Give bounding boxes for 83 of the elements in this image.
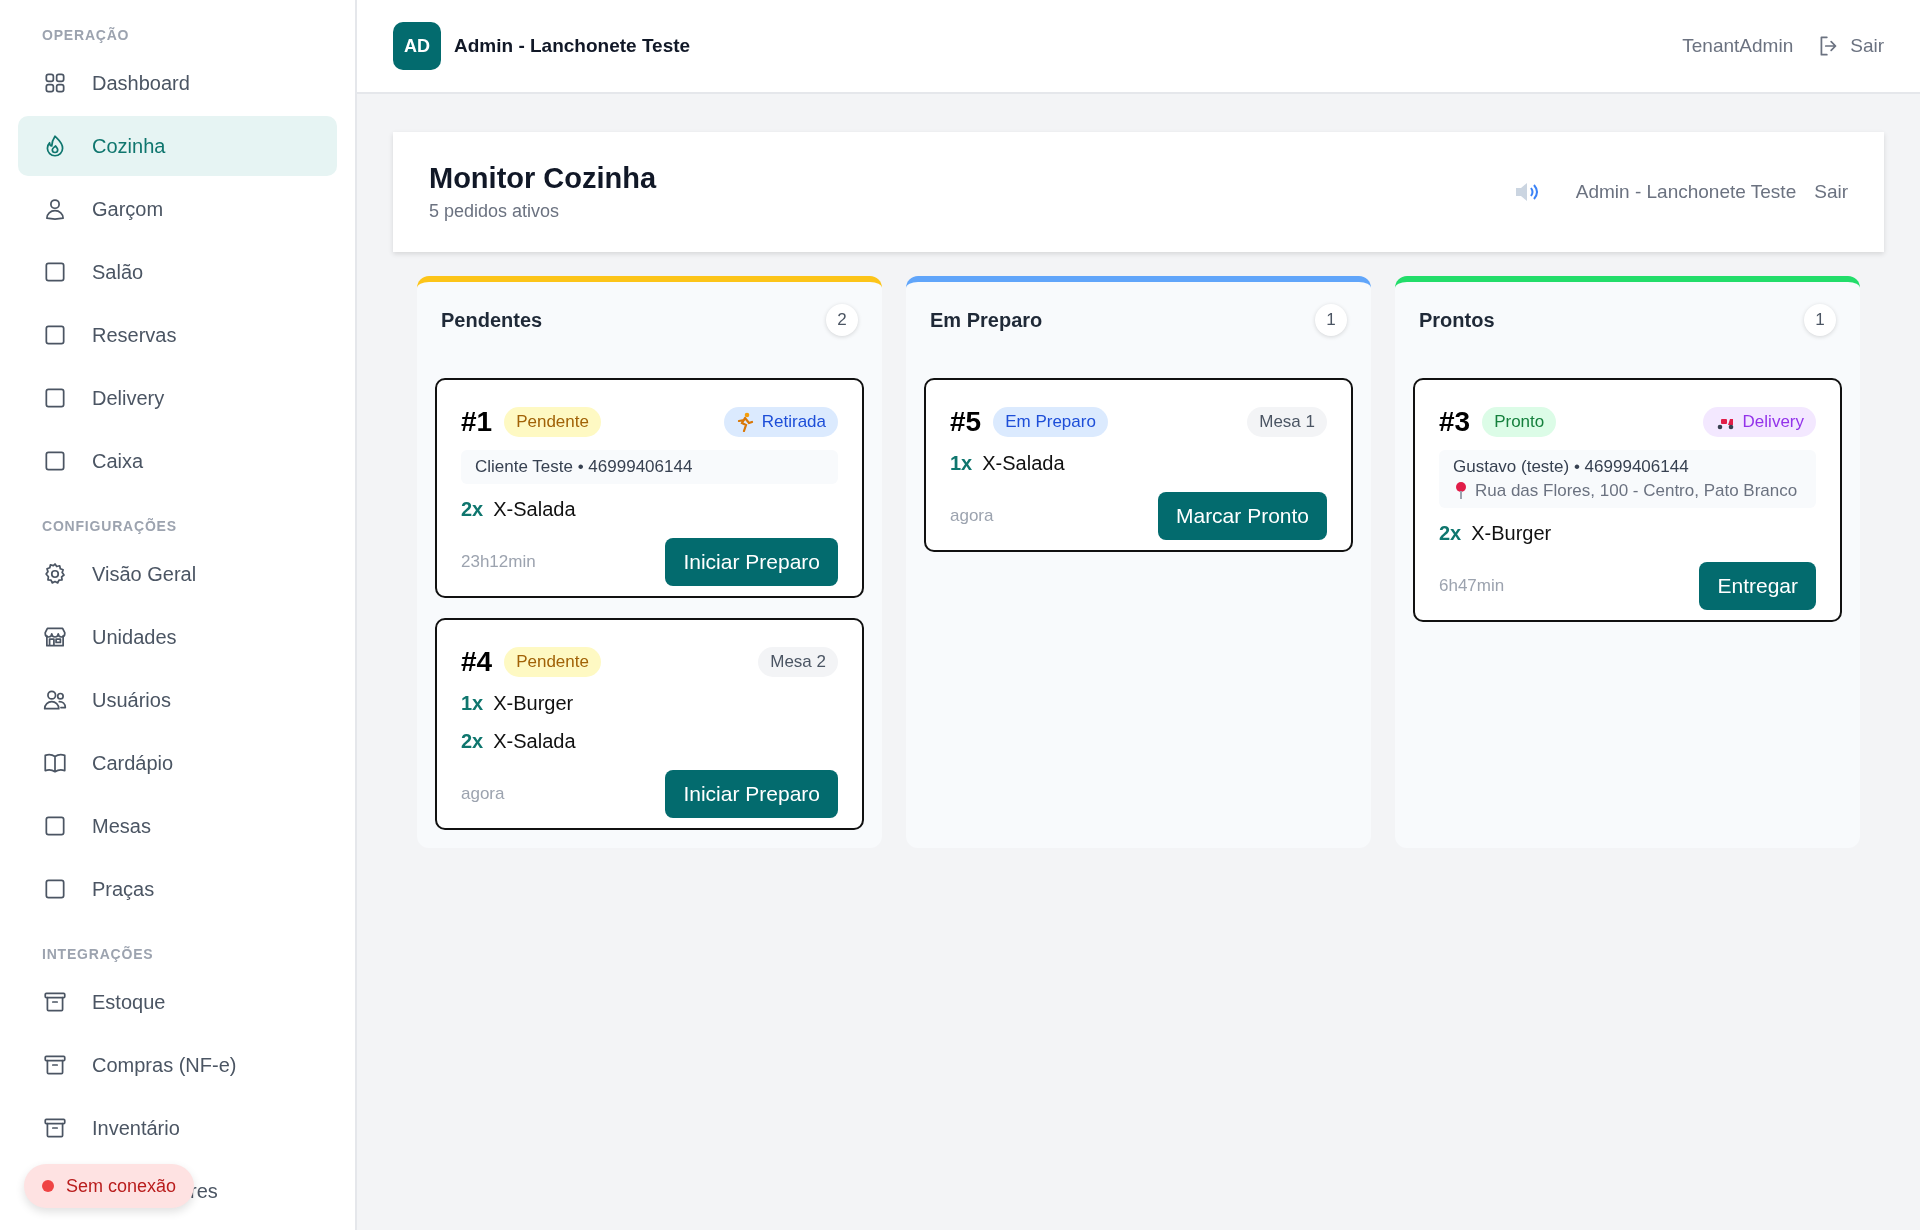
order-type-badge: Mesa 2 xyxy=(758,647,838,677)
status-badge: Pronto xyxy=(1482,407,1557,437)
count-badge: 1 xyxy=(1804,304,1836,336)
pin-icon xyxy=(1453,481,1469,499)
archive-icon xyxy=(42,989,68,1015)
sidebar-item[interactable]: Usuários xyxy=(18,670,337,730)
item-quantity: 2x xyxy=(461,497,484,522)
order-number: #3 xyxy=(1439,406,1471,438)
sidebar-item[interactable]: Caixa xyxy=(18,431,337,491)
avatar: AD xyxy=(393,22,441,70)
tenant-name: Admin - Lanchonete Teste xyxy=(1575,181,1797,203)
order-number: #1 xyxy=(461,406,493,438)
sidebar-item[interactable]: Inventário xyxy=(18,1098,337,1158)
sidebar-item[interactable]: Visão Geral xyxy=(18,544,337,604)
sidebar-item[interactable]: Mesas xyxy=(18,796,337,856)
action-button[interactable]: Iniciar Preparo xyxy=(665,538,838,586)
square-icon xyxy=(42,322,68,348)
action-button[interactable]: Entregar xyxy=(1699,562,1816,610)
sidebar-item[interactable]: Compras (NF-e) xyxy=(18,1035,337,1095)
status-dot xyxy=(42,1180,54,1192)
archive-icon xyxy=(42,1052,68,1078)
user-name: TenantAdmin xyxy=(1682,35,1794,57)
elapsed-time: agora xyxy=(950,506,994,526)
section-heading: CONFIGURAÇÕES xyxy=(42,517,178,536)
square-icon xyxy=(42,448,68,474)
section-heading: INTEGRAÇÕES xyxy=(42,945,155,964)
column-title: Pendentes xyxy=(441,308,543,332)
order-number: #4 xyxy=(461,646,493,678)
grid-icon xyxy=(42,70,68,96)
elapsed-time: 6h47min xyxy=(1439,576,1505,596)
order-type-badge: Retirada xyxy=(723,407,838,437)
item-quantity: 2x xyxy=(461,729,484,754)
app-title: Admin - Lanchonete Teste xyxy=(454,35,692,57)
column-title: Prontos xyxy=(1419,308,1495,332)
order-type-badge: Delivery xyxy=(1702,407,1816,437)
item-quantity: 1x xyxy=(950,451,973,476)
status-badge: Pendente xyxy=(504,407,601,437)
item-name: X-Salada xyxy=(982,451,1065,476)
item-name: X-Salada xyxy=(493,497,576,522)
item-name: X-Burger xyxy=(493,691,574,716)
sidebar-item[interactable]: Salão xyxy=(18,242,337,302)
sidebar-item[interactable]: Reservas xyxy=(18,305,337,365)
section-heading: OPERAÇÃO xyxy=(42,26,131,45)
item-name: X-Burger xyxy=(1471,521,1552,546)
status-badge: Em Preparo xyxy=(993,407,1108,437)
column-title: Em Preparo xyxy=(930,308,1043,332)
count-badge: 1 xyxy=(1315,304,1347,336)
archive-icon xyxy=(42,1115,68,1141)
status-badge: Pendente xyxy=(504,647,601,677)
order-type-badge: Mesa 1 xyxy=(1247,407,1327,437)
count-badge: 2 xyxy=(826,304,858,336)
logout-link[interactable]: Sair xyxy=(1814,181,1848,203)
item-quantity: 1x xyxy=(461,691,484,716)
storefront-icon xyxy=(42,624,68,650)
customer-info: Gustavo (teste) • 46999406144 xyxy=(1453,456,1690,478)
sidebar-item[interactable]: Cozinha xyxy=(18,116,337,176)
elapsed-time: agora xyxy=(461,784,505,804)
address-text: Rua das Flores, 100 - Centro, Pato Branco xyxy=(1453,480,1802,502)
sidebar-item[interactable]: Praças xyxy=(18,859,337,919)
sidebar-item[interactable]: Garçom xyxy=(18,179,337,239)
sidebar-item[interactable]: Estoque xyxy=(18,972,337,1032)
page-subtitle: 5 pedidos ativos xyxy=(429,201,561,222)
square-icon xyxy=(42,813,68,839)
square-icon xyxy=(42,385,68,411)
order-number: #5 xyxy=(950,406,982,438)
gear-icon xyxy=(42,561,68,587)
action-button[interactable]: Iniciar Preparo xyxy=(665,770,838,818)
page-title: Monitor Cozinha xyxy=(429,162,658,195)
elapsed-time: 23h12min xyxy=(461,552,536,572)
sidebar-item[interactable]: Unidades xyxy=(18,607,337,667)
item-name: X-Salada xyxy=(493,729,576,754)
item-quantity: 2x xyxy=(1439,521,1462,546)
action-button[interactable]: Marcar Pronto xyxy=(1157,492,1327,540)
square-icon xyxy=(42,259,68,285)
customer-info: Cliente Teste • 46999406144 xyxy=(475,456,694,478)
logout-link[interactable]: Sair xyxy=(1816,33,1884,59)
square-icon xyxy=(42,876,68,902)
sidebar-item[interactable]: Cardápio xyxy=(18,733,337,793)
sidebar-item[interactable]: Dashboard xyxy=(18,53,337,113)
speaker-icon[interactable] xyxy=(1513,181,1540,203)
runner-icon xyxy=(735,412,754,432)
sidebar-item[interactable]: Delivery xyxy=(18,368,337,428)
toast-text: Sem conexão xyxy=(66,1175,177,1197)
